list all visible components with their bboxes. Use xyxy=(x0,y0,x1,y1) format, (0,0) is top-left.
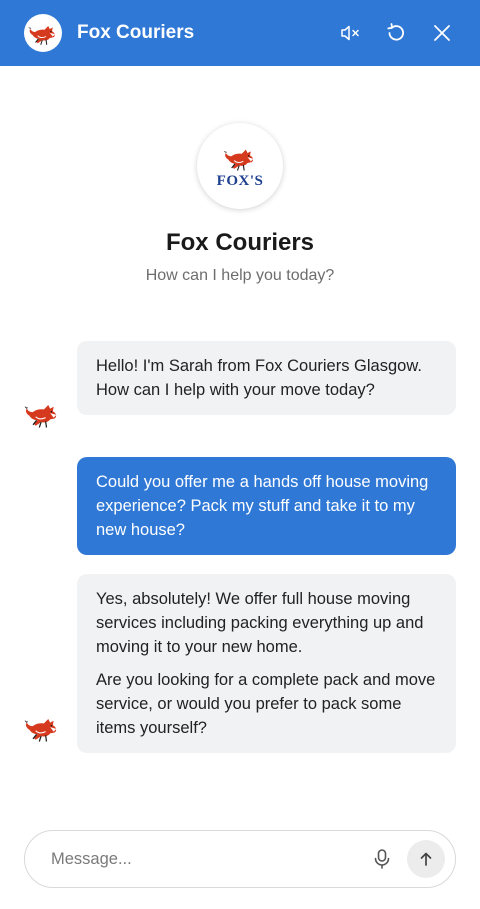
fox-avatar-icon xyxy=(24,711,60,745)
user-message: Could you offer me a hands off house mov… xyxy=(77,457,456,555)
intro-subtitle: How can I help you today? xyxy=(145,267,335,284)
header-title: Fox Couriers xyxy=(77,22,195,43)
microphone-button[interactable] xyxy=(367,844,397,874)
message-text: Hello! I'm Sarah from Fox Couriers Glasg… xyxy=(96,357,422,399)
message-composer xyxy=(24,830,456,888)
message-input[interactable] xyxy=(51,849,367,869)
speaker-mute-icon xyxy=(341,25,359,41)
send-arrow-icon xyxy=(420,852,432,866)
message-text: Are you looking for a complete pack and … xyxy=(96,671,436,737)
brand-logo-text: FOX'S xyxy=(216,172,264,189)
bot-message: Hello! I'm Sarah from Fox Couriers Glasg… xyxy=(77,341,456,415)
brand-logo: FOX'S xyxy=(197,123,283,209)
header-actions xyxy=(336,19,456,47)
intro-title: Fox Couriers xyxy=(165,229,315,256)
message-text: Yes, absolutely! We offer full house mov… xyxy=(96,590,424,656)
message-text: Could you offer me a hands off house mov… xyxy=(96,473,429,539)
fox-logo-icon xyxy=(223,143,257,173)
chat-header: Fox Couriers xyxy=(0,0,480,66)
close-button[interactable] xyxy=(428,19,456,47)
mute-button[interactable] xyxy=(336,19,364,47)
fox-avatar-icon xyxy=(24,397,60,431)
fox-logo-icon xyxy=(24,14,62,52)
restart-button[interactable] xyxy=(382,19,410,47)
close-icon xyxy=(434,25,450,41)
restart-icon xyxy=(387,23,404,41)
chat-intro: FOX'S Fox Couriers How can I help you to… xyxy=(0,123,480,285)
send-button[interactable] xyxy=(407,840,445,878)
bot-message: Yes, absolutely! We offer full house mov… xyxy=(77,574,456,753)
microphone-icon xyxy=(374,849,390,869)
